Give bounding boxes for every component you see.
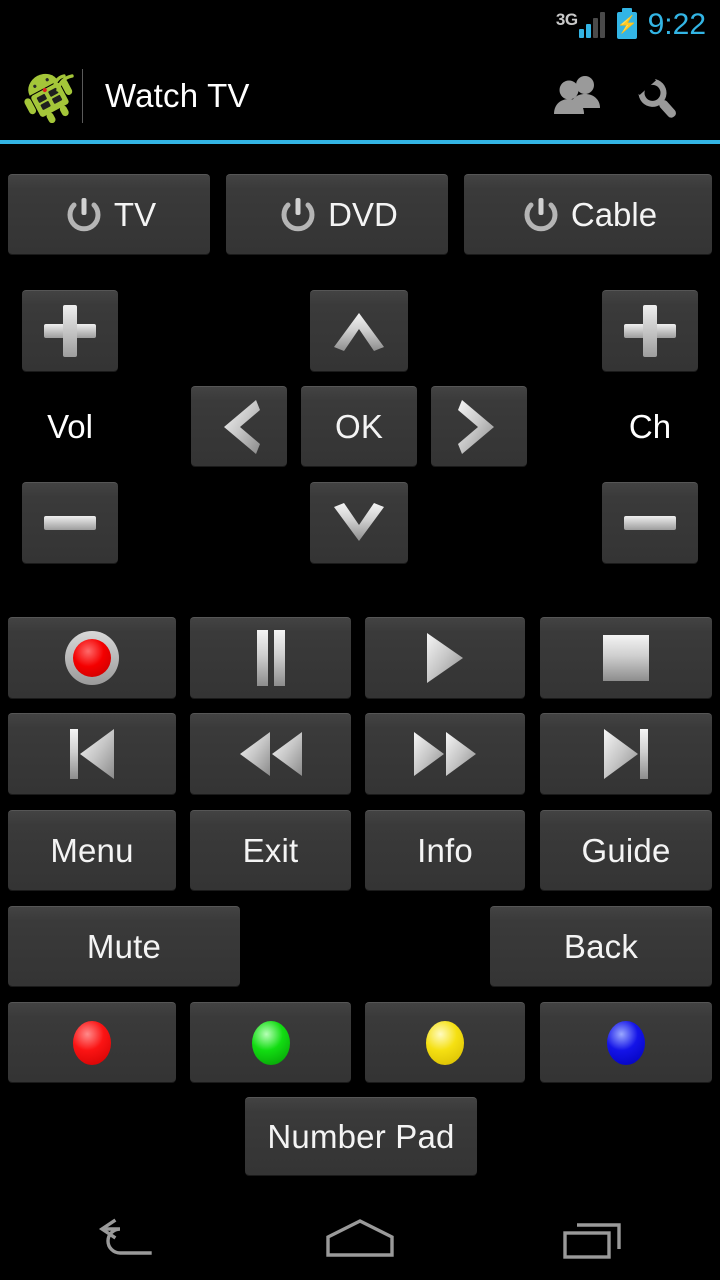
- nav-home-button[interactable]: [282, 1198, 438, 1280]
- back-button[interactable]: Back: [490, 906, 712, 986]
- pause-button[interactable]: [190, 617, 351, 698]
- play-icon: [427, 633, 463, 683]
- yellow-color-button[interactable]: [365, 1002, 525, 1082]
- power-button-cable-label: Cable: [570, 195, 658, 233]
- previous-button[interactable]: [8, 713, 176, 794]
- volume-up-button[interactable]: [22, 290, 118, 371]
- record-button[interactable]: [8, 617, 176, 698]
- power-button-tv[interactable]: TV: [8, 174, 210, 254]
- volume-down-button[interactable]: [22, 482, 118, 563]
- clock-label: 9:22: [647, 8, 706, 41]
- action-bar-divider: [0, 140, 720, 144]
- menu-button-label: Menu: [50, 831, 134, 869]
- chevron-right-icon: [458, 399, 494, 454]
- nav-recents-icon: [563, 1223, 621, 1259]
- system-navigation-bar: [0, 1198, 720, 1280]
- blue-circle-icon: [607, 1020, 645, 1065]
- network-type-label: 3G: [555, 9, 578, 29]
- minus-icon: [44, 516, 96, 530]
- skip-next-icon: [604, 729, 648, 779]
- chevron-down-icon: [334, 503, 384, 541]
- dpad-right-button[interactable]: [431, 386, 527, 466]
- skip-previous-icon: [70, 729, 114, 779]
- menu-button[interactable]: Menu: [8, 810, 176, 890]
- yellow-circle-icon: [426, 1020, 464, 1065]
- settings-button[interactable]: [618, 50, 698, 141]
- guide-button-label: Guide: [581, 831, 671, 869]
- plus-icon: [44, 305, 96, 357]
- chevron-left-icon: [224, 399, 260, 454]
- channel-up-button[interactable]: [602, 290, 698, 371]
- blue-color-button[interactable]: [540, 1002, 712, 1082]
- number-pad-button[interactable]: Number Pad: [245, 1097, 477, 1175]
- battery-charging-icon: ⚡: [616, 7, 638, 39]
- rewind-icon: [239, 732, 302, 776]
- dpad-down-button[interactable]: [310, 482, 408, 563]
- green-color-button[interactable]: [190, 1002, 351, 1082]
- dpad-ok-button[interactable]: OK: [301, 386, 417, 466]
- wrench-icon: [632, 71, 676, 118]
- mute-button-label: Mute: [86, 927, 162, 965]
- fast-forward-button[interactable]: [365, 713, 525, 794]
- power-button-dvd-label: DVD: [328, 195, 398, 233]
- nav-back-icon: [98, 1218, 152, 1255]
- next-button[interactable]: [540, 713, 712, 794]
- back-button-label: Back: [563, 927, 639, 965]
- app-screen: 3G ⚡ 9:22 Watch TV TV DVD Cable Vol Ch O…: [0, 0, 720, 1280]
- power-icon: [519, 193, 563, 237]
- action-bar: Watch TV: [0, 50, 720, 141]
- power-icon: [276, 193, 320, 237]
- rewind-button[interactable]: [190, 713, 351, 794]
- users-button[interactable]: [538, 50, 618, 141]
- plus-icon: [624, 305, 676, 357]
- green-circle-icon: [251, 1020, 290, 1065]
- dpad-left-button[interactable]: [191, 386, 287, 466]
- nav-recents-button[interactable]: [518, 1198, 674, 1280]
- power-button-dvd[interactable]: DVD: [226, 174, 448, 254]
- record-icon: [65, 631, 119, 685]
- page-title: Watch TV: [105, 76, 250, 114]
- number-pad-label: Number Pad: [267, 1117, 455, 1155]
- android-remote-icon: [22, 69, 76, 123]
- dpad-ok-label: OK: [334, 407, 384, 445]
- channel-down-button[interactable]: [602, 482, 698, 563]
- power-button-tv-label: TV: [113, 195, 157, 233]
- exit-button[interactable]: Exit: [190, 810, 351, 890]
- users-icon: [554, 75, 600, 114]
- minus-icon: [624, 516, 676, 530]
- stop-icon: [603, 635, 649, 681]
- stop-button[interactable]: [540, 617, 712, 698]
- guide-button[interactable]: Guide: [540, 810, 712, 890]
- dpad-up-button[interactable]: [310, 290, 408, 371]
- exit-button-label: Exit: [242, 831, 299, 869]
- red-circle-icon: [73, 1020, 111, 1065]
- nav-back-button[interactable]: [46, 1198, 202, 1280]
- title-separator: [82, 68, 83, 123]
- power-button-cable[interactable]: Cable: [464, 174, 712, 254]
- power-icon: [62, 193, 106, 237]
- fast-forward-icon: [414, 732, 476, 776]
- mute-button[interactable]: Mute: [8, 906, 240, 986]
- signal-strength-icon: [578, 12, 605, 38]
- volume-label: Vol: [47, 408, 93, 445]
- info-button[interactable]: Info: [365, 810, 525, 890]
- play-button[interactable]: [365, 617, 525, 698]
- info-button-label: Info: [417, 831, 473, 869]
- pause-icon: [256, 630, 285, 686]
- status-bar: 3G ⚡ 9:22: [0, 0, 720, 50]
- nav-home-icon: [326, 1219, 394, 1257]
- red-color-button[interactable]: [8, 1002, 176, 1082]
- channel-label: Ch: [628, 408, 672, 445]
- chevron-up-icon: [334, 313, 384, 351]
